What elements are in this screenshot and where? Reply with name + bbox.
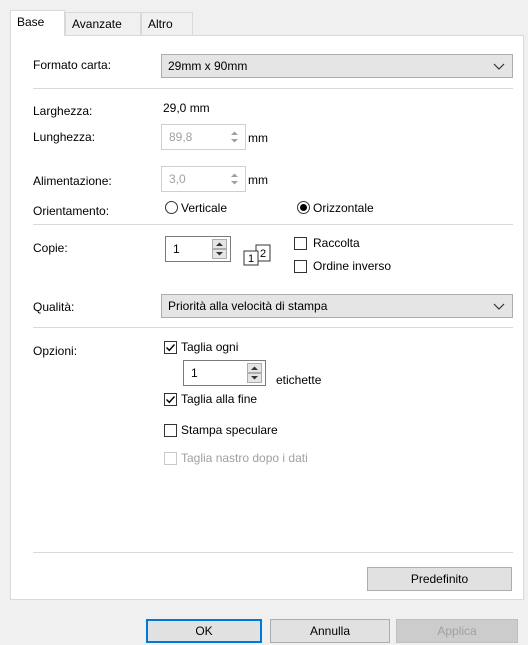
collate-pages-icon: 2 1 xyxy=(243,244,271,266)
cut-every-unit: etichette xyxy=(276,373,322,387)
mirror-print-checkbox[interactable] xyxy=(164,424,177,437)
tab-altro[interactable]: Altro xyxy=(141,12,193,35)
width-value: 29,0 mm xyxy=(163,101,210,115)
spin-arrows-icon[interactable] xyxy=(212,239,227,259)
length-label: Lunghezza: xyxy=(33,130,96,144)
checkmark-icon xyxy=(166,344,176,352)
orientation-portrait-radio[interactable] xyxy=(165,201,178,214)
orientation-portrait-label[interactable]: Verticale xyxy=(181,200,227,216)
orientation-label: Orientamento: xyxy=(33,204,110,218)
reverse-order-checkbox[interactable] xyxy=(294,260,307,273)
length-value: 89,8 xyxy=(169,130,193,144)
cut-every-checkbox[interactable] xyxy=(164,341,177,354)
orientation-landscape-radio[interactable] xyxy=(297,201,310,214)
length-unit: mm xyxy=(248,131,268,145)
radio-selected-dot xyxy=(300,204,307,211)
spin-arrows-icon xyxy=(227,169,242,189)
separator xyxy=(33,552,513,553)
tab-altro-label: Altro xyxy=(148,17,173,31)
spin-arrows-icon xyxy=(227,127,242,147)
cut-tape-after-data-label: Taglia nastro dopo i dati xyxy=(181,451,308,465)
options-label: Opzioni: xyxy=(33,344,78,358)
cut-tape-after-data-checkbox xyxy=(164,452,177,465)
width-label: Larghezza: xyxy=(33,104,93,118)
cancel-button[interactable]: Annulla xyxy=(270,619,390,643)
chevron-down-icon xyxy=(493,63,505,70)
cut-every-label[interactable]: Taglia ogni xyxy=(181,339,238,355)
collate-label[interactable]: Raccolta xyxy=(313,235,360,251)
tab-avanzate-label: Avanzate xyxy=(72,17,122,31)
quality-label: Qualità: xyxy=(33,300,75,314)
cut-at-end-checkbox[interactable] xyxy=(164,393,177,406)
chevron-down-icon xyxy=(493,303,505,310)
checkmark-icon xyxy=(166,396,176,404)
cut-at-end-label[interactable]: Taglia alla fine xyxy=(181,391,257,407)
default-button[interactable]: Predefinito xyxy=(367,567,512,591)
tab-base[interactable]: Base xyxy=(10,10,65,36)
tab-avanzate[interactable]: Avanzate xyxy=(65,12,141,35)
copies-value: 1 xyxy=(173,242,180,256)
paper-size-value: 29mm x 90mm xyxy=(168,59,248,73)
separator xyxy=(33,224,513,225)
paper-size-select[interactable]: 29mm x 90mm xyxy=(161,54,513,78)
ok-button[interactable]: OK xyxy=(146,619,262,643)
spin-arrows-icon[interactable] xyxy=(247,363,262,383)
svg-text:1: 1 xyxy=(248,253,254,265)
reverse-order-label[interactable]: Ordine inverso xyxy=(313,258,391,274)
apply-button: Applica xyxy=(396,619,518,643)
copies-label: Copie: xyxy=(33,241,68,255)
mirror-print-label[interactable]: Stampa speculare xyxy=(181,422,278,438)
separator xyxy=(33,88,513,89)
collate-checkbox[interactable] xyxy=(294,237,307,250)
cut-every-spinner[interactable]: 1 xyxy=(183,360,266,386)
length-spinner: 89,8 xyxy=(161,124,246,150)
copies-spinner[interactable]: 1 xyxy=(165,236,231,262)
feed-value: 3,0 xyxy=(169,172,186,186)
feed-spinner: 3,0 xyxy=(161,166,246,192)
orientation-landscape-label[interactable]: Orizzontale xyxy=(313,200,374,216)
tab-base-label: Base xyxy=(17,15,45,29)
feed-label: Alimentazione: xyxy=(33,174,112,188)
quality-value: Priorità alla velocità di stampa xyxy=(168,299,328,313)
svg-text:2: 2 xyxy=(260,248,266,260)
paper-size-label: Formato carta: xyxy=(33,58,112,72)
quality-select[interactable]: Priorità alla velocità di stampa xyxy=(161,294,513,318)
feed-unit: mm xyxy=(248,173,268,187)
cut-every-value: 1 xyxy=(191,366,198,380)
separator xyxy=(33,327,513,328)
